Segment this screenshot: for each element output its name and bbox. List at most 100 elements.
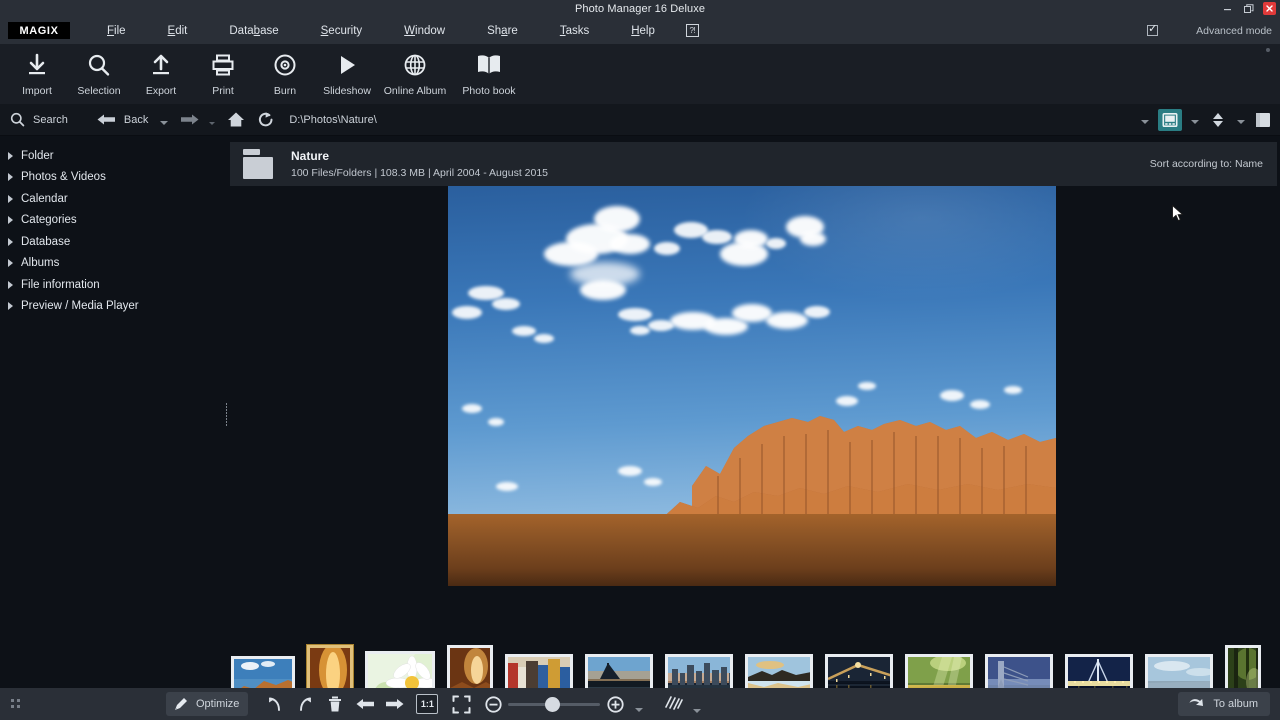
home-icon[interactable]: [227, 111, 245, 128]
magnifier-icon: [86, 51, 112, 79]
toolbar-slideshow[interactable]: Slideshow: [316, 44, 378, 97]
magix-logo: MAGIX: [8, 22, 70, 39]
toolbar-selection-label: Selection: [77, 85, 120, 97]
sidebar-item-categories[interactable]: Categories: [0, 210, 227, 232]
menu-share[interactable]: Share: [487, 21, 518, 41]
menu-security[interactable]: Security: [321, 21, 363, 41]
undo-arrow-icon[interactable]: [260, 692, 290, 716]
zoom-in-icon[interactable]: [600, 692, 630, 716]
sort-arrows-icon[interactable]: [1208, 111, 1228, 129]
sidebar-item-label: Folder: [21, 150, 54, 162]
sort-dropdown[interactable]: [1237, 120, 1245, 124]
bottom-toolbar: Optimize: [0, 688, 1280, 720]
effects-icon[interactable]: [658, 692, 688, 716]
menu-database[interactable]: Database: [229, 21, 278, 41]
advanced-mode-label: Advanced mode: [1196, 25, 1272, 37]
export-upload-icon: [148, 51, 174, 79]
menu-window[interactable]: Window: [404, 21, 445, 41]
zoom-dropdown[interactable]: [630, 692, 648, 716]
view-options-dropdown[interactable]: [1141, 120, 1149, 124]
toolbar-print[interactable]: Print: [192, 44, 254, 97]
zoom-out-icon[interactable]: [478, 692, 508, 716]
optimize-label: Optimize: [196, 698, 239, 710]
main-photo[interactable]: [448, 186, 1056, 586]
sidebar-item-file-information[interactable]: File information: [0, 274, 227, 296]
next-image-button[interactable]: [380, 692, 410, 716]
filmstrip: 63: [227, 636, 1280, 688]
bottom-controls: Optimize: [166, 692, 706, 716]
toolbar-import[interactable]: Import: [6, 44, 68, 97]
prev-image-button[interactable]: [350, 692, 380, 716]
folder-info: 100 Files/Folders | 108.3 MB | April 200…: [291, 167, 548, 179]
content-area: Nature 100 Files/Folders | 108.3 MB | Ap…: [227, 136, 1280, 688]
globe-icon: [402, 51, 428, 79]
to-album-button[interactable]: To album: [1178, 692, 1270, 716]
sidebar-item-label: Albums: [21, 257, 59, 269]
sidebar-item-albums[interactable]: Albums: [0, 253, 227, 275]
refresh-icon[interactable]: [257, 111, 275, 129]
sidebar-item-folder[interactable]: Folder: [0, 145, 227, 167]
advanced-mode-checkbox[interactable]: [1147, 25, 1158, 36]
forward-history-dropdown[interactable]: [209, 122, 215, 125]
arrow-right-icon[interactable]: [180, 113, 200, 126]
trash-icon[interactable]: [320, 692, 350, 716]
back-button[interactable]: Back: [96, 113, 148, 126]
sidebar-item-label: File information: [21, 279, 100, 291]
chevron-right-icon: [8, 195, 13, 203]
back-label: Back: [124, 114, 148, 126]
title-bar: Photo Manager 16 Deluxe: [0, 0, 1280, 17]
menu-edit[interactable]: Edit: [168, 21, 188, 41]
to-album-label: To album: [1213, 698, 1258, 710]
search-group[interactable]: Search: [10, 112, 68, 127]
toolbar-burn[interactable]: Burn: [254, 44, 316, 97]
window-controls: [1221, 0, 1276, 17]
menu-file[interactable]: File: [107, 21, 126, 41]
search-label: Search: [33, 114, 68, 126]
printer-icon: [210, 51, 236, 79]
optimize-button[interactable]: Optimize: [166, 692, 248, 716]
path-breadcrumb[interactable]: D:\Photos\Nature\: [289, 114, 376, 126]
sidebar-item-calendar[interactable]: Calendar: [0, 188, 227, 210]
photo-stage: [227, 186, 1280, 636]
close-button[interactable]: [1263, 2, 1276, 15]
toolbar-export[interactable]: Export: [130, 44, 192, 97]
folder-meta: Nature 100 Files/Folders | 108.3 MB | Ap…: [291, 149, 548, 179]
menu-help[interactable]: Help: [631, 21, 655, 41]
minimize-button[interactable]: [1221, 2, 1234, 15]
toolbar-export-label: Export: [146, 85, 176, 97]
zoom-slider[interactable]: [508, 692, 600, 716]
disc-icon: [272, 51, 298, 79]
toolbar-selection[interactable]: Selection: [68, 44, 130, 97]
advanced-mode-group: Advanced mode: [1147, 17, 1272, 44]
fullscreen-icon[interactable]: [444, 692, 478, 716]
menu-items: File Edit Database Security Window Share…: [86, 21, 699, 41]
redo-arrow-icon[interactable]: [290, 692, 320, 716]
search-icon: [10, 112, 25, 127]
effects-dropdown[interactable]: [688, 692, 706, 716]
panel-icon[interactable]: [1254, 111, 1272, 129]
restore-button[interactable]: [1242, 2, 1255, 15]
sidebar-item-photos-videos[interactable]: Photos & Videos: [0, 167, 227, 189]
chevron-right-icon: [8, 238, 13, 246]
back-history-dropdown[interactable]: [160, 121, 168, 125]
toolbar-collapse-dot[interactable]: [1266, 48, 1270, 52]
zoom-slider-handle[interactable]: [545, 697, 560, 712]
view-mode-dropdown[interactable]: [1191, 120, 1199, 124]
chevron-right-icon: [8, 173, 13, 181]
single-view-icon[interactable]: [1158, 109, 1182, 131]
window-title: Photo Manager 16 Deluxe: [575, 3, 705, 15]
menu-tasks[interactable]: Tasks: [560, 21, 589, 41]
photo-manager-window: Photo Manager 16 Deluxe MAGIX File Edit: [0, 0, 1280, 720]
chevron-right-icon: [8, 302, 13, 310]
chevron-right-icon: [8, 281, 13, 289]
sort-label[interactable]: Sort according to: Name: [1150, 158, 1263, 170]
help-badge-icon[interactable]: ?!: [686, 24, 699, 37]
toolbar-photo-book[interactable]: Photo book: [452, 44, 526, 97]
toolbar-online-album[interactable]: Online Album: [378, 44, 452, 97]
folder-icon: [243, 149, 279, 179]
sidebar-item-preview-media-player[interactable]: Preview / Media Player: [0, 296, 227, 318]
sidebar-item-label: Preview / Media Player: [21, 300, 139, 312]
drag-grip-icon[interactable]: [11, 699, 22, 710]
actual-size-button[interactable]: 1:1: [410, 692, 444, 716]
sidebar-item-database[interactable]: Database: [0, 231, 227, 253]
